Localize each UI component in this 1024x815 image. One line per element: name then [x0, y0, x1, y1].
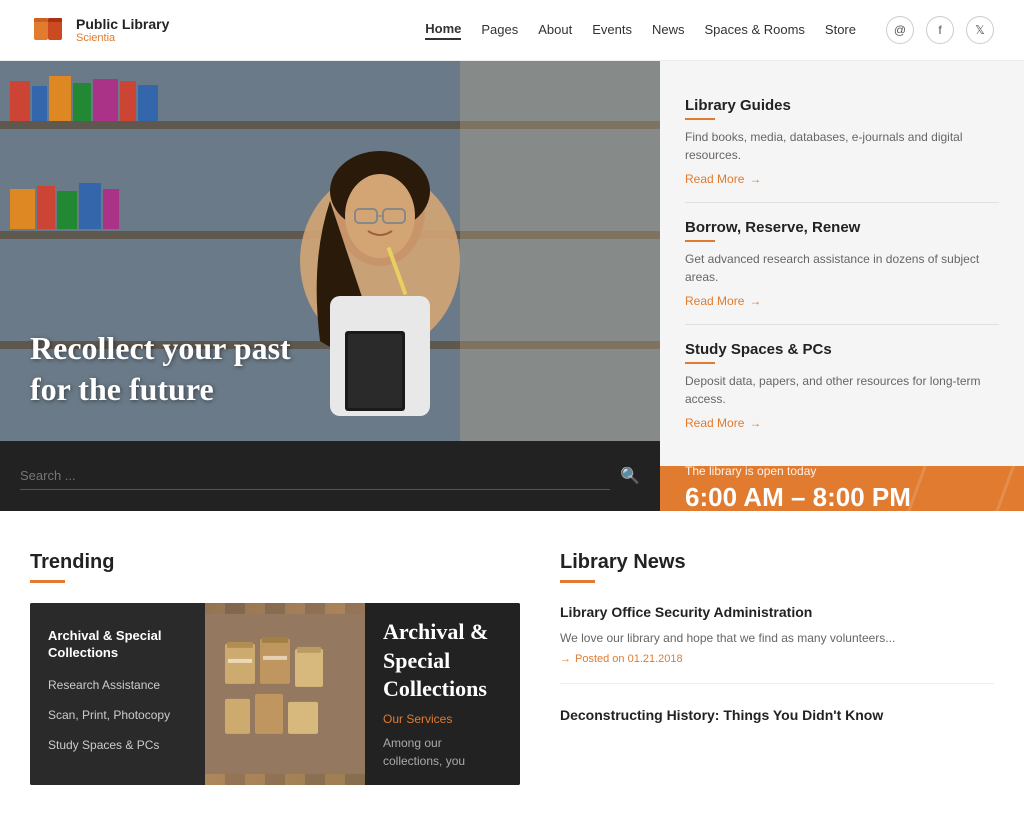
hero-search-bar: 🔍 — [0, 441, 660, 511]
hero-section: Recollect your past for the future 🔍 Lib… — [0, 61, 1024, 511]
nav-news[interactable]: News — [652, 22, 685, 39]
news-item-1: Library Office Security Administration W… — [560, 603, 994, 684]
twitter-icon[interactable]: 𝕏 — [966, 16, 994, 44]
trending-menu-header: Archival & Special Collections — [30, 618, 205, 670]
guide-title-2: Borrow, Reserve, Renew — [685, 219, 999, 236]
open-hours-panel: The library is open today 6:00 AM – 8:00… — [660, 466, 1024, 511]
guide-desc-1: Find books, media, databases, e-journals… — [685, 128, 999, 164]
arrow-right-icon-3: → — [749, 416, 761, 430]
trending-menu: Archival & Special Collections Research … — [30, 603, 205, 785]
guide-desc-3: Deposit data, papers, and other resource… — [685, 372, 999, 408]
news-item-2: Deconstructing History: Things You Didn'… — [560, 706, 994, 750]
guide-underline-2 — [685, 240, 715, 242]
trending-card: Archival & Special Collections Research … — [30, 603, 520, 785]
trending-menu-title: Archival & Special Collections — [48, 628, 187, 662]
read-more-2[interactable]: Read More → — [685, 294, 999, 308]
social-icons: @ f 𝕏 — [886, 16, 994, 44]
hero-right-panel: Library Guides Find books, media, databa… — [660, 61, 1024, 511]
hero-headline-line2: for the future — [30, 369, 291, 411]
guide-underline-1 — [685, 118, 715, 120]
logo-area: Public Library Scientia — [30, 12, 169, 48]
news-title: Library News — [560, 551, 994, 574]
hero-image-area: Recollect your past for the future 🔍 — [0, 61, 660, 511]
news-item-1-desc: We love our library and hope that we fin… — [560, 629, 994, 647]
guide-item-3: Study Spaces & PCs Deposit data, papers,… — [685, 325, 999, 446]
news-item-2-title[interactable]: Deconstructing History: Things You Didn'… — [560, 706, 994, 726]
trending-menu-item-1[interactable]: Research Assistance — [30, 670, 205, 700]
hero-text: Recollect your past for the future — [30, 328, 291, 411]
trending-image — [205, 603, 365, 785]
trending-content: Archival & Special Collections Our Servi… — [365, 603, 520, 785]
nav-store[interactable]: Store — [825, 22, 856, 39]
news-item-1-date: → Posted on 01.21.2018 — [560, 653, 994, 665]
guide-underline-3 — [685, 362, 715, 364]
arrow-right-icon-2: → — [749, 294, 761, 308]
guide-title-3: Study Spaces & PCs — [685, 341, 999, 358]
guide-item-2: Borrow, Reserve, Renew Get advanced rese… — [685, 203, 999, 325]
search-icon[interactable]: 🔍 — [620, 466, 640, 486]
news-item-1-title[interactable]: Library Office Security Administration — [560, 603, 994, 623]
arrow-icon: → — [560, 653, 571, 665]
nav-pages[interactable]: Pages — [481, 22, 518, 39]
guide-item-1: Library Guides Find books, media, databa… — [685, 81, 999, 203]
facebook-icon[interactable]: f — [926, 16, 954, 44]
trending-title: Trending — [30, 551, 520, 574]
trending-menu-item-2[interactable]: Scan, Print, Photocopy — [30, 700, 205, 730]
trending-content-subtitle: Our Services — [383, 712, 502, 726]
nav-home[interactable]: Home — [425, 21, 461, 40]
trending-content-text: Among our collections, you — [383, 734, 502, 770]
logo-title: Public Library — [76, 16, 169, 32]
header: Public Library Scientia Home Pages About… — [0, 0, 1024, 61]
open-hours-time: 6:00 AM – 8:00 PM — [685, 482, 999, 511]
content-section: Trending Archival & Special Collections … — [0, 511, 1024, 815]
globe-icon[interactable]: @ — [886, 16, 914, 44]
read-more-3[interactable]: Read More → — [685, 416, 999, 430]
nav-about[interactable]: About — [538, 22, 572, 39]
logo-icon — [30, 12, 66, 48]
open-today-label: The library is open today — [685, 466, 999, 478]
arrow-right-icon: → — [749, 172, 761, 186]
read-more-1[interactable]: Read More → — [685, 172, 999, 186]
search-input[interactable] — [20, 462, 610, 490]
trending-content-title: Archival & Special Collections — [383, 618, 502, 704]
news-underline — [560, 580, 595, 583]
main-nav: Home Pages About Events News Spaces & Ro… — [425, 16, 994, 44]
trending-column: Trending Archival & Special Collections … — [30, 551, 520, 785]
guide-desc-2: Get advanced research assistance in doze… — [685, 250, 999, 286]
news-column: Library News Library Office Security Adm… — [560, 551, 994, 785]
nav-events[interactable]: Events — [592, 22, 632, 39]
hero-headline-line1: Recollect your past — [30, 328, 291, 370]
guide-panel: Library Guides Find books, media, databa… — [660, 61, 1024, 466]
logo-subtitle: Scientia — [76, 32, 169, 44]
logo-text: Public Library Scientia — [76, 16, 169, 44]
guide-title-1: Library Guides — [685, 97, 999, 114]
trending-underline — [30, 580, 65, 583]
nav-spaces[interactable]: Spaces & Rooms — [704, 22, 804, 39]
